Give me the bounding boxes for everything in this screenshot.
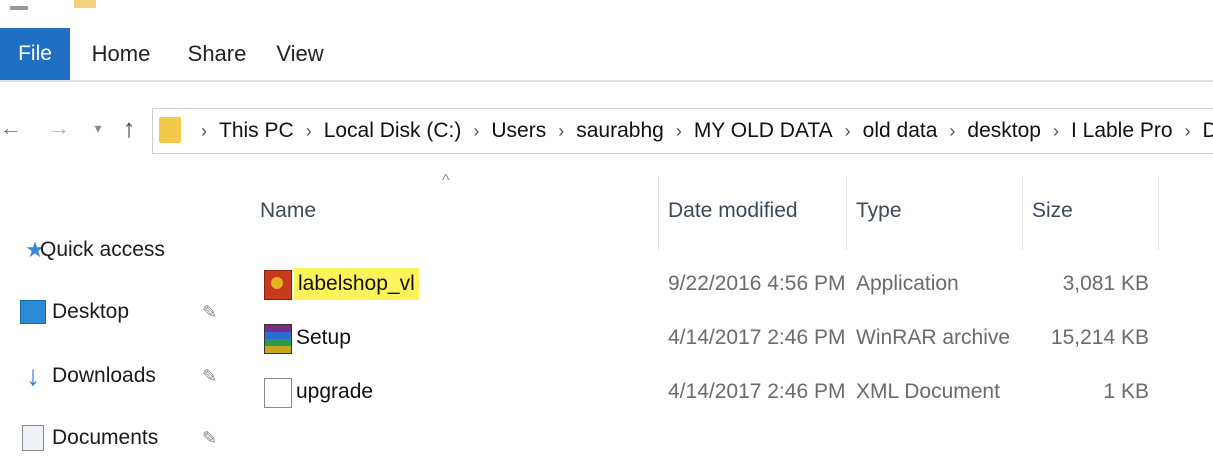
navigation-bar: ← → ▾ ↑ › This PC › Local Disk (C:) › Us…	[0, 104, 1213, 156]
chevron-right-icon[interactable]: ›	[473, 121, 479, 142]
desktop-icon	[20, 299, 46, 325]
up-arrow-icon[interactable]: ↑	[114, 112, 144, 144]
chevron-right-icon[interactable]: ›	[306, 121, 312, 142]
breadcrumb-i-lable-pro[interactable]: I Lable Pro	[1071, 119, 1173, 143]
tab-share[interactable]: Share	[182, 28, 252, 80]
file-date-modified: 9/22/2016 4:56 PM	[668, 272, 846, 295]
breadcrumb-users[interactable]: Users	[491, 119, 546, 143]
breadcrumb-saurabhg[interactable]: saurabhg	[576, 119, 664, 143]
breadcrumb: › This PC › Local Disk (C:) › Users › sa…	[189, 109, 1213, 153]
chevron-right-icon[interactable]: ›	[1053, 121, 1059, 142]
file-type: XML Document	[856, 380, 1000, 403]
column-header-name[interactable]: Name	[260, 192, 316, 230]
file-row[interactable]: upgrade 4/14/2017 2:46 PM XML Document 1…	[240, 366, 1213, 418]
file-date-modified: 4/14/2017 2:46 PM	[668, 380, 846, 403]
chevron-right-icon[interactable]: ›	[676, 121, 682, 142]
column-header-date-modified[interactable]: Date modified	[668, 192, 798, 230]
chevron-right-icon: ›	[201, 120, 207, 141]
back-arrow-icon[interactable]: ←	[0, 112, 22, 144]
breadcrumb-old-data[interactable]: old data	[863, 119, 938, 143]
file-row[interactable]: labelshop_vl 9/22/2016 4:56 PM Applicati…	[240, 258, 1213, 310]
address-bar[interactable]: › This PC › Local Disk (C:) › Users › sa…	[152, 108, 1213, 154]
file-size: 1 KB	[1103, 380, 1149, 403]
breadcrumb-local-disk[interactable]: Local Disk (C:)	[324, 119, 462, 143]
file-list: ^ Name Date modified Type Size labelshop…	[240, 172, 1213, 445]
file-size: 15,214 KB	[1050, 326, 1149, 349]
pin-icon[interactable]: ✎	[202, 302, 217, 323]
forward-arrow-icon[interactable]: →	[44, 112, 74, 144]
chevron-right-icon[interactable]: ›	[845, 121, 851, 142]
chevron-right-icon[interactable]: ›	[558, 121, 564, 142]
sidebar-item-label: Documents	[52, 426, 159, 449]
ribbon: File Home Share View	[0, 14, 1213, 82]
xml-document-icon	[264, 378, 292, 408]
breadcrumb-this-pc[interactable]: This PC	[219, 119, 294, 143]
chevron-down-icon[interactable]: ▾	[88, 112, 108, 144]
column-divider[interactable]	[1022, 176, 1023, 250]
column-divider[interactable]	[846, 176, 847, 250]
file-row[interactable]: Setup 4/14/2017 2:46 PM WinRAR archive 1…	[240, 312, 1213, 364]
chevron-right-icon[interactable]: ›	[1185, 121, 1191, 142]
sort-ascending-icon: ^	[442, 172, 450, 189]
file-name[interactable]: Setup	[296, 312, 351, 364]
file-name[interactable]: labelshop_vl	[294, 268, 419, 300]
chevron-right-icon[interactable]: ›	[949, 121, 955, 142]
file-date-modified: 4/14/2017 2:46 PM	[668, 326, 846, 349]
title-bar-folder-fragment	[74, 0, 96, 8]
column-divider[interactable]	[658, 176, 659, 250]
documents-icon	[20, 425, 46, 451]
navigation-pane: ★ Quick access Desktop ✎ ↓ Downloads ✎ D…	[0, 222, 240, 451]
file-size: 3,081 KB	[1062, 272, 1149, 295]
sidebar-item-label: Downloads	[52, 364, 156, 387]
tab-file[interactable]: File	[0, 28, 70, 80]
download-arrow-icon: ↓	[26, 360, 40, 391]
winrar-archive-icon	[264, 324, 292, 354]
pin-icon[interactable]: ✎	[202, 366, 217, 387]
sidebar-item-label: Quick access	[40, 238, 165, 261]
breadcrumb-desktop[interactable]: desktop	[967, 119, 1041, 143]
column-header-size[interactable]: Size	[1032, 192, 1073, 230]
file-name[interactable]: upgrade	[296, 366, 373, 418]
breadcrumb-driver[interactable]: Driver v	[1203, 119, 1213, 143]
title-bar-fragment	[10, 6, 28, 10]
column-divider[interactable]	[1158, 176, 1159, 250]
window-top-edge	[0, 0, 1213, 12]
application-icon	[264, 270, 292, 300]
sidebar-item-label: Desktop	[52, 300, 130, 323]
breadcrumb-my-old-data[interactable]: MY OLD DATA	[694, 119, 833, 143]
pin-icon[interactable]: ✎	[202, 428, 217, 449]
column-header-type[interactable]: Type	[856, 192, 902, 230]
file-type: WinRAR archive	[856, 326, 1011, 349]
tab-home[interactable]: Home	[86, 28, 156, 80]
folder-icon	[159, 117, 181, 143]
tab-view[interactable]: View	[270, 28, 330, 80]
file-type: Application	[856, 272, 959, 295]
